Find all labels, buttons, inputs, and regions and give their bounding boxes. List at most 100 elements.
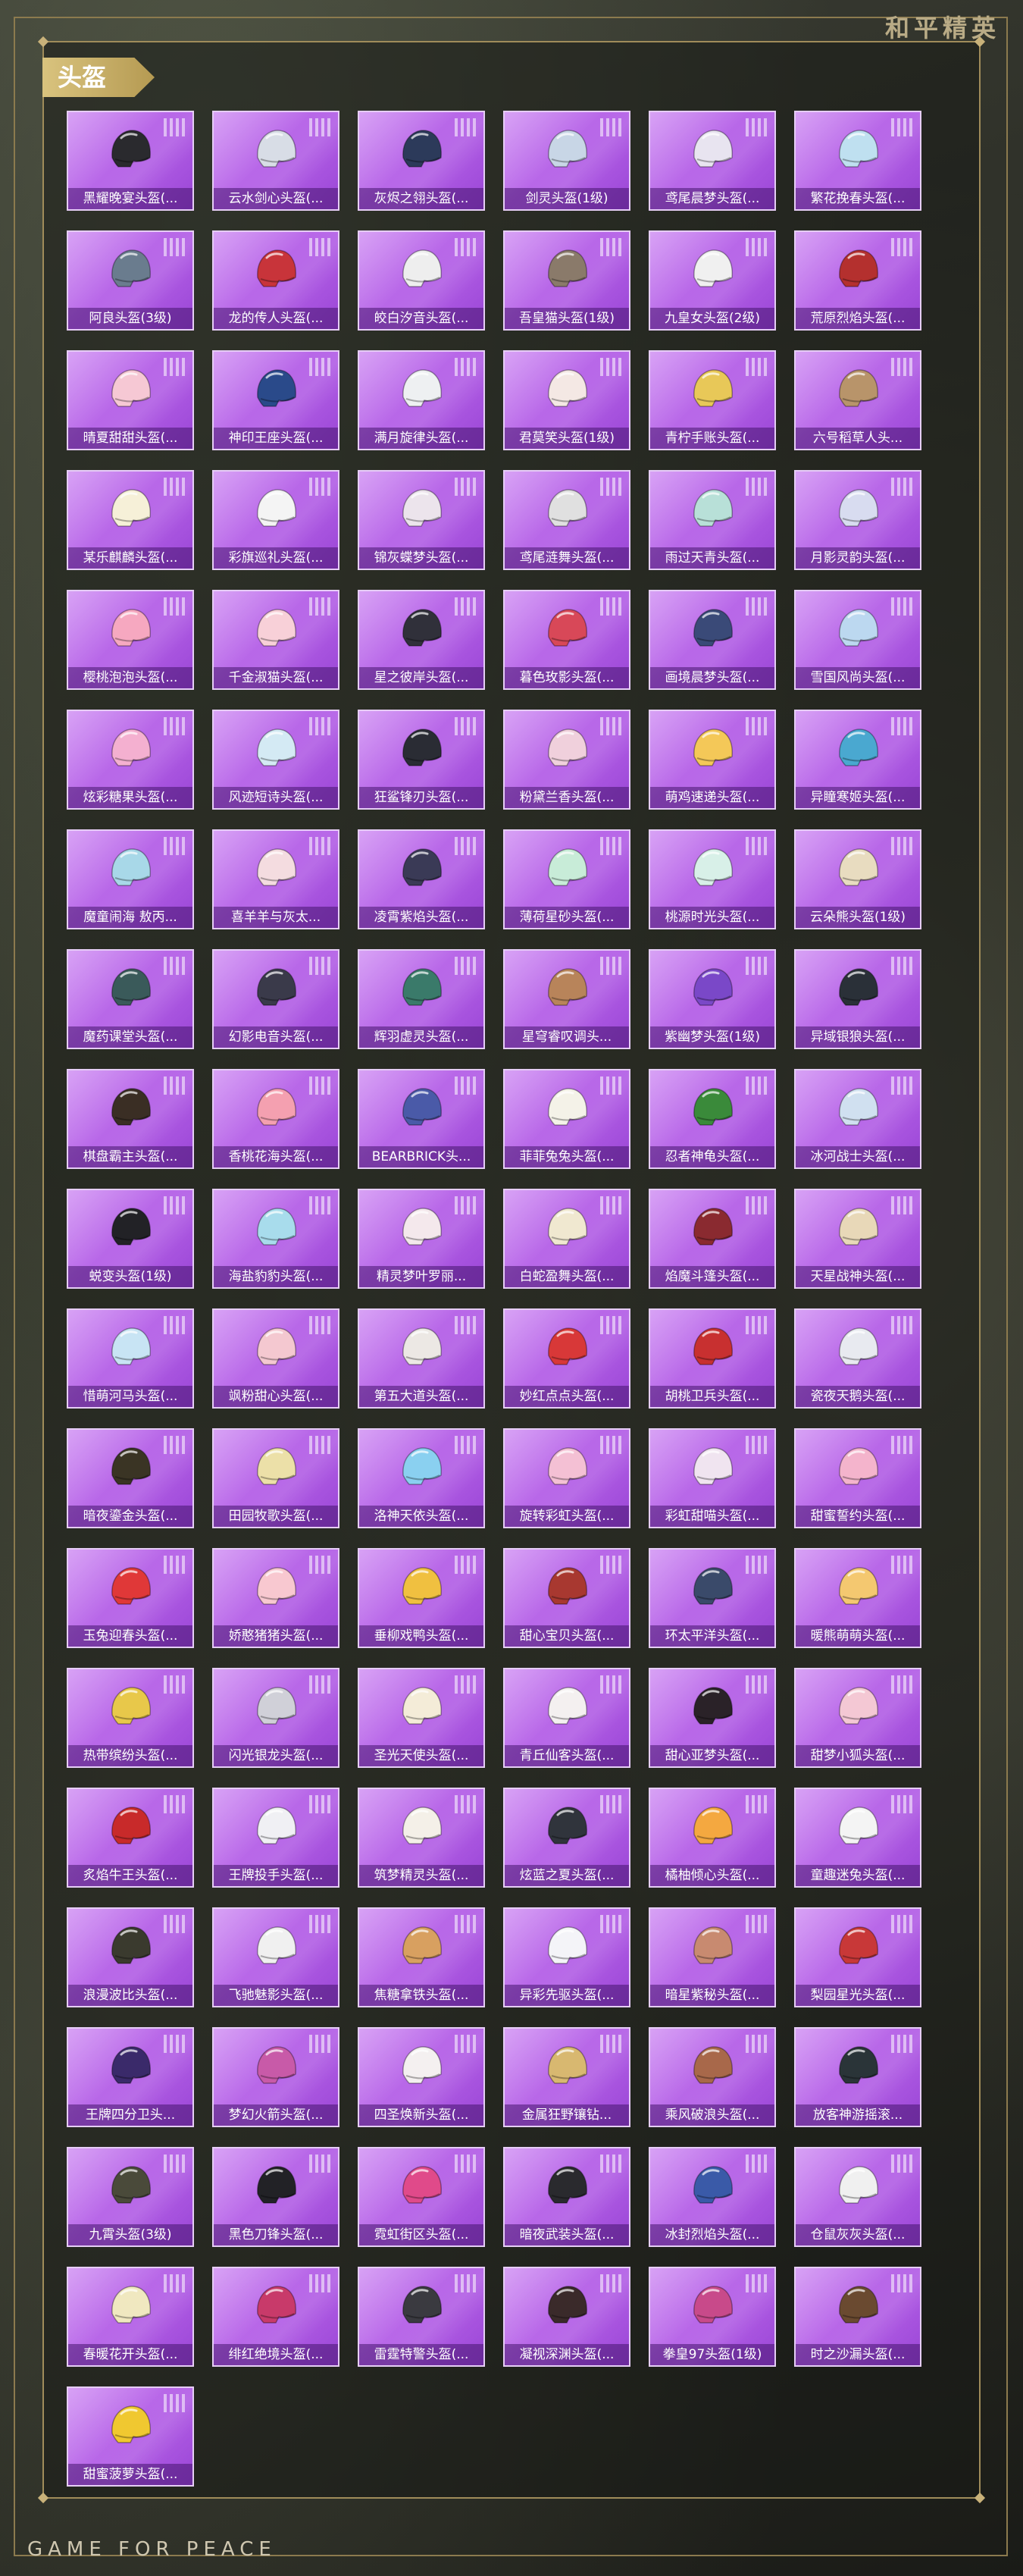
helmet-card[interactable]: 满月旋律头盔(... bbox=[358, 350, 485, 450]
helmet-card[interactable]: 炫蓝之夏头盔(... bbox=[503, 1788, 630, 1888]
helmet-card[interactable]: 香桃花海头盔(... bbox=[212, 1069, 339, 1169]
helmet-card[interactable]: 洛神天依头盔(... bbox=[358, 1428, 485, 1528]
helmet-card[interactable]: 青丘仙客头盔(... bbox=[503, 1668, 630, 1768]
helmet-card[interactable]: 雷霆特警头盔(... bbox=[358, 2267, 485, 2367]
helmet-card[interactable]: 风迹短诗头盔(... bbox=[212, 710, 339, 810]
helmet-card[interactable]: 筑梦精灵头盔(... bbox=[358, 1788, 485, 1888]
helmet-card[interactable]: 甜心亚梦头盔(... bbox=[649, 1668, 776, 1768]
helmet-card[interactable]: 异域银狼头盔(... bbox=[794, 949, 921, 1049]
helmet-card[interactable]: 梨园星光头盔(... bbox=[794, 1907, 921, 2007]
helmet-card[interactable]: 暗夜鎏金头盔(... bbox=[67, 1428, 194, 1528]
helmet-card[interactable]: 阿良头盔(3级) bbox=[67, 230, 194, 331]
helmet-card[interactable]: 凝视深渊头盔(... bbox=[503, 2267, 630, 2367]
helmet-card[interactable]: 娇憨猪猪头盔(... bbox=[212, 1548, 339, 1648]
helmet-card[interactable]: 喜羊羊与灰太... bbox=[212, 829, 339, 929]
helmet-card[interactable]: 甜梦小狐头盔(... bbox=[794, 1668, 921, 1768]
helmet-card[interactable]: 炫彩糖果头盔(... bbox=[67, 710, 194, 810]
helmet-card[interactable]: 九霄头盔(3级) bbox=[67, 2147, 194, 2247]
helmet-card[interactable]: 瓷夜天鹅头盔(... bbox=[794, 1308, 921, 1409]
helmet-card[interactable]: 六号稻草人头... bbox=[794, 350, 921, 450]
helmet-card[interactable]: 魔药课堂头盔(... bbox=[67, 949, 194, 1049]
helmet-card[interactable]: 菲菲兔兔头盔(... bbox=[503, 1069, 630, 1169]
helmet-card[interactable]: 玉兔迎春头盔(... bbox=[67, 1548, 194, 1648]
helmet-card[interactable]: 黑耀晚宴头盔(... bbox=[67, 111, 194, 211]
helmet-card[interactable]: 金属狂野镶钻... bbox=[503, 2027, 630, 2127]
helmet-card[interactable]: 冰河战士头盔(... bbox=[794, 1069, 921, 1169]
helmet-card[interactable]: 王牌投手头盔(... bbox=[212, 1788, 339, 1888]
helmet-card[interactable]: 垂柳戏鸭头盔(... bbox=[358, 1548, 485, 1648]
helmet-card[interactable]: 异彩先驱头盔(... bbox=[503, 1907, 630, 2007]
helmet-card[interactable]: 甜蜜菠萝头盔(... bbox=[67, 2386, 194, 2487]
helmet-card[interactable]: 梦幻火箭头盔(... bbox=[212, 2027, 339, 2127]
helmet-card[interactable]: 四圣焕新头盔(... bbox=[358, 2027, 485, 2127]
helmet-card[interactable]: 雪国风尚头盔(... bbox=[794, 590, 921, 690]
helmet-card[interactable]: 荒原烈焰头盔(... bbox=[794, 230, 921, 331]
helmet-card[interactable]: 仓鼠灰灰头盔(... bbox=[794, 2147, 921, 2247]
helmet-card[interactable]: 飞驰魅影头盔(... bbox=[212, 1907, 339, 2007]
helmet-card[interactable]: 星之彼岸头盔(... bbox=[358, 590, 485, 690]
helmet-card[interactable]: 狂鲨锋刃头盔(... bbox=[358, 710, 485, 810]
helmet-card[interactable]: 暖熊萌萌头盔(... bbox=[794, 1548, 921, 1648]
helmet-card[interactable]: 青柠手账头盔(... bbox=[649, 350, 776, 450]
helmet-card[interactable]: BEARBRICK头... bbox=[358, 1069, 485, 1169]
helmet-card[interactable]: 皎白汐音头盔(... bbox=[358, 230, 485, 331]
helmet-card[interactable]: 暮色玫影头盔(... bbox=[503, 590, 630, 690]
helmet-card[interactable]: 樱桃泡泡头盔(... bbox=[67, 590, 194, 690]
helmet-card[interactable]: 星穹睿叹调头... bbox=[503, 949, 630, 1049]
helmet-card[interactable]: 异瞳寒姬头盔(... bbox=[794, 710, 921, 810]
helmet-card[interactable]: 环太平洋头盔(... bbox=[649, 1548, 776, 1648]
helmet-card[interactable]: 薄荷星砂头盔(... bbox=[503, 829, 630, 929]
helmet-card[interactable]: 辉羽虚灵头盔(... bbox=[358, 949, 485, 1049]
helmet-card[interactable]: 鸢尾涟舞头盔(... bbox=[503, 470, 630, 570]
helmet-card[interactable]: 第五大道头盔(... bbox=[358, 1308, 485, 1409]
helmet-card[interactable]: 浪漫波比头盔(... bbox=[67, 1907, 194, 2007]
helmet-card[interactable]: 橘柚倾心头盔(... bbox=[649, 1788, 776, 1888]
helmet-card[interactable]: 乘风破浪头盔(... bbox=[649, 2027, 776, 2127]
helmet-card[interactable]: 棋盘霸主头盔(... bbox=[67, 1069, 194, 1169]
helmet-card[interactable]: 凌霄紫焰头盔(... bbox=[358, 829, 485, 929]
helmet-card[interactable]: 精灵梦叶罗丽... bbox=[358, 1189, 485, 1289]
helmet-card[interactable]: 热带缤纷头盔(... bbox=[67, 1668, 194, 1768]
helmet-card[interactable]: 萌鸡速递头盔(... bbox=[649, 710, 776, 810]
helmet-card[interactable]: 旋转彩虹头盔(... bbox=[503, 1428, 630, 1528]
helmet-card[interactable]: 灰烬之翎头盔(... bbox=[358, 111, 485, 211]
helmet-card[interactable]: 冰封烈焰头盔(... bbox=[649, 2147, 776, 2247]
helmet-card[interactable]: 黑色刀锋头盔(... bbox=[212, 2147, 339, 2247]
helmet-card[interactable]: 月影灵韵头盔(... bbox=[794, 470, 921, 570]
helmet-card[interactable]: 吾皇猫头盔(1级) bbox=[503, 230, 630, 331]
helmet-card[interactable]: 九皇女头盔(2级) bbox=[649, 230, 776, 331]
helmet-card[interactable]: 海盐豹豹头盔(... bbox=[212, 1189, 339, 1289]
helmet-card[interactable]: 彩旗巡礼头盔(... bbox=[212, 470, 339, 570]
helmet-card[interactable]: 春暖花开头盔(... bbox=[67, 2267, 194, 2367]
helmet-card[interactable]: 惜萌河马头盔(... bbox=[67, 1308, 194, 1409]
helmet-card[interactable]: 神印王座头盔(... bbox=[212, 350, 339, 450]
helmet-card[interactable]: 白蛇盈舞头盔(... bbox=[503, 1189, 630, 1289]
helmet-card[interactable]: 幻影电音头盔(... bbox=[212, 949, 339, 1049]
helmet-card[interactable]: 云朵熊头盔(1级) bbox=[794, 829, 921, 929]
helmet-card[interactable]: 胡桃卫兵头盔(... bbox=[649, 1308, 776, 1409]
helmet-card[interactable]: 飒粉甜心头盔(... bbox=[212, 1308, 339, 1409]
helmet-card[interactable]: 甜蜜誓约头盔(... bbox=[794, 1428, 921, 1528]
helmet-card[interactable]: 龙的传人头盔(... bbox=[212, 230, 339, 331]
helmet-card[interactable]: 时之沙漏头盔(... bbox=[794, 2267, 921, 2367]
helmet-card[interactable]: 粉黛兰香头盔(... bbox=[503, 710, 630, 810]
helmet-card[interactable]: 童趣迷兔头盔(... bbox=[794, 1788, 921, 1888]
helmet-card[interactable]: 绯红绝境头盔(... bbox=[212, 2267, 339, 2367]
helmet-card[interactable]: 繁花挽春头盔(... bbox=[794, 111, 921, 211]
helmet-card[interactable]: 焰魔斗篷头盔(... bbox=[649, 1189, 776, 1289]
helmet-card[interactable]: 炙焰牛王头盔(... bbox=[67, 1788, 194, 1888]
helmet-card[interactable]: 桃源时光头盔(... bbox=[649, 829, 776, 929]
helmet-card[interactable]: 田园牧歌头盔(... bbox=[212, 1428, 339, 1528]
helmet-card[interactable]: 千金淑猫头盔(... bbox=[212, 590, 339, 690]
helmet-card[interactable]: 晴夏甜甜头盔(... bbox=[67, 350, 194, 450]
helmet-card[interactable]: 闪光银龙头盔(... bbox=[212, 1668, 339, 1768]
helmet-card[interactable]: 天星战神头盔(... bbox=[794, 1189, 921, 1289]
helmet-card[interactable]: 画境晨梦头盔(... bbox=[649, 590, 776, 690]
helmet-card[interactable]: 暗夜武装头盔(... bbox=[503, 2147, 630, 2247]
helmet-card[interactable]: 雨过天青头盔(... bbox=[649, 470, 776, 570]
helmet-card[interactable]: 甜心宝贝头盔(... bbox=[503, 1548, 630, 1648]
helmet-card[interactable]: 君莫笑头盔(1级) bbox=[503, 350, 630, 450]
helmet-card[interactable]: 剑灵头盔(1级) bbox=[503, 111, 630, 211]
helmet-card[interactable]: 拳皇97头盔(1级) bbox=[649, 2267, 776, 2367]
helmet-card[interactable]: 妙红点点头盔(... bbox=[503, 1308, 630, 1409]
